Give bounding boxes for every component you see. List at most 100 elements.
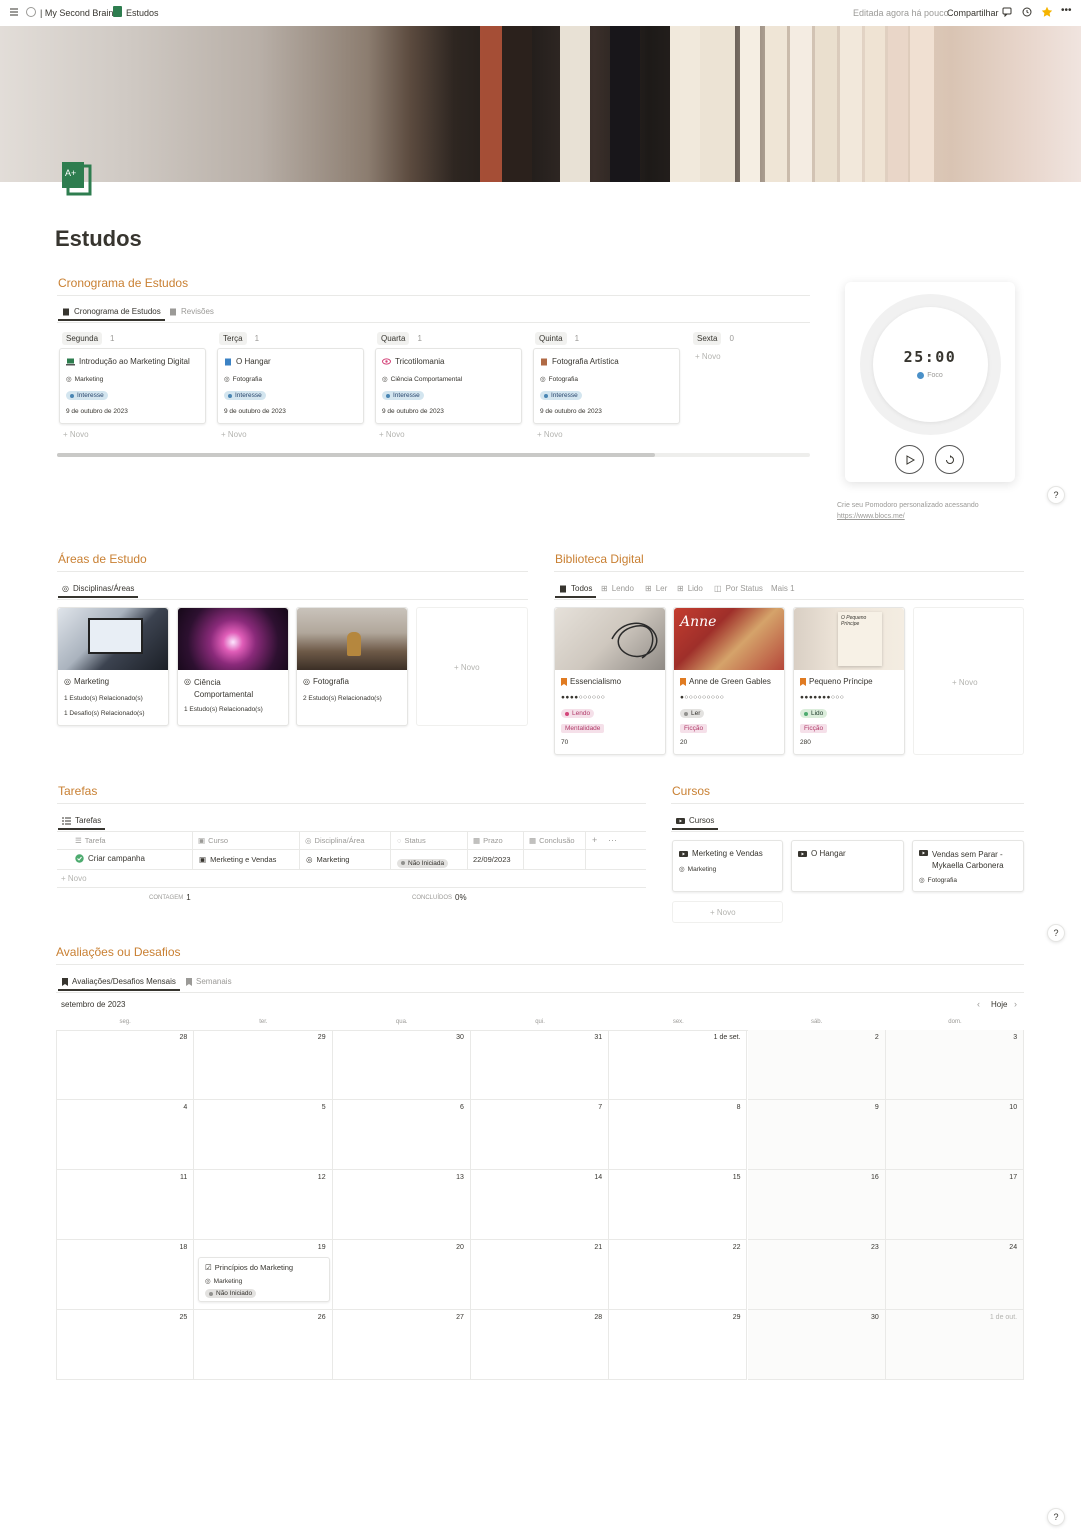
calendar-day[interactable]: 18 [56, 1240, 195, 1310]
calendar-day[interactable]: 24 [885, 1240, 1025, 1310]
new-card-button[interactable]: + Novo [537, 430, 563, 439]
area-cell[interactable]: ◎ Marketing [306, 855, 349, 864]
column-sexta[interactable]: Sexta 0 [693, 332, 734, 345]
calendar-day[interactable]: 31 [470, 1030, 610, 1100]
calendar-event[interactable]: ☑ Princípios do Marketing ◎ Marketing Não … [198, 1257, 330, 1302]
column-quinta[interactable]: Quinta 1 [535, 332, 579, 345]
new-row-button[interactable]: + Novo [61, 874, 87, 883]
horizontal-scrollbar[interactable] [57, 453, 810, 457]
comment-icon[interactable] [1002, 7, 1012, 17]
new-card-button[interactable]: + Novo [221, 430, 247, 439]
tab-disciplinas[interactable]: ◎ Disciplinas/Áreas [57, 584, 139, 598]
column-header-prazo[interactable]: ▦ Prazo [473, 836, 503, 845]
tab-tarefas[interactable]: Tarefas [57, 816, 106, 830]
new-book-card[interactable]: + Novo [913, 607, 1024, 755]
course-card[interactable]: O Hangar [791, 840, 904, 892]
share-button[interactable]: Compartilhar [947, 8, 999, 18]
column-header-conclusao[interactable]: ▦ Conclusão [529, 836, 575, 845]
book-card[interactable]: Essencialismo ●●●●○○○○○○ Lendo Mentalida… [554, 607, 666, 755]
column-header-tarefa[interactable]: ☰ Tarefa [75, 836, 106, 845]
column-quarta[interactable]: Quarta 1 [377, 332, 422, 345]
gallery-card[interactable]: ◎ Ciência Comportamental 1 Estudo(s) Rela… [177, 607, 289, 726]
course-card[interactable]: Merketing e Vendas ◎ Marketing [672, 840, 783, 892]
next-month-button[interactable]: › [1014, 999, 1017, 1009]
breadcrumb-root[interactable]: | My Second Brain / [40, 8, 118, 18]
calendar-day[interactable]: 1 de set. [609, 1030, 748, 1100]
tab-more[interactable]: Mais 1 [771, 584, 795, 593]
board-card[interactable]: Introdução ao Marketing Digital ◎ Marketi… [59, 348, 206, 424]
table-row[interactable]: Criar campanha ▣ Merketing e Vendas ◎ Mark… [57, 850, 646, 869]
tab-revisoes[interactable]: Revisões [169, 307, 214, 316]
calendar-day[interactable]: 30 [332, 1030, 471, 1100]
play-button[interactable] [895, 445, 924, 474]
deadline-cell[interactable]: 22/09/2023 [473, 855, 511, 864]
calendar-day[interactable]: 23 [747, 1240, 886, 1310]
calendar-day[interactable]: 1 de out. [885, 1310, 1025, 1380]
new-course-card[interactable]: + Novo [672, 901, 783, 923]
calendar-day[interactable]: 29 [194, 1030, 333, 1100]
tab-cronograma[interactable]: Cronograma de Estudos [58, 307, 165, 321]
calendar-day[interactable]: 16 [747, 1170, 886, 1240]
calendar-day[interactable]: 12 [194, 1170, 333, 1240]
calendar-day[interactable]: 17 [885, 1170, 1025, 1240]
calendar-day[interactable]: 5 [194, 1100, 333, 1170]
calendar-day[interactable]: 7 [470, 1100, 610, 1170]
today-button[interactable]: Hoje [991, 1000, 1007, 1009]
scrollbar-thumb[interactable] [57, 453, 655, 457]
calendar-day[interactable]: 11 [56, 1170, 195, 1240]
tab-cursos[interactable]: Cursos [671, 816, 719, 830]
course-card[interactable]: Vendas sem Parar - Mykaella Carbonera ◎ F… [912, 840, 1024, 892]
new-card-button[interactable]: + Novo [695, 352, 721, 361]
calendar-day[interactable]: 14 [470, 1170, 610, 1240]
add-column-button[interactable]: + [592, 835, 597, 845]
calendar-day[interactable]: 4 [56, 1100, 195, 1170]
help-button[interactable]: ? [1047, 1508, 1065, 1526]
calendar-day[interactable]: 29 [609, 1310, 748, 1380]
new-gallery-card[interactable]: + Novo [416, 607, 528, 726]
help-button[interactable]: ? [1047, 924, 1065, 942]
book-card[interactable]: O Pequeno Príncipe Pequeno Príncipe ●●●●… [793, 607, 905, 755]
calendar-day[interactable]: 3 [885, 1030, 1025, 1100]
pomodoro-link[interactable]: https://www.blocs.me/ [837, 513, 905, 520]
board-card[interactable]: Fotografia Artística ◎ Fotografia Interes… [533, 348, 680, 424]
tab-lendo[interactable]: ⊞ Lendo [601, 584, 634, 593]
column-header-curso[interactable]: ▣ Curso [198, 836, 228, 845]
more-icon[interactable]: ••• [1061, 5, 1072, 16]
star-icon[interactable] [1041, 6, 1053, 18]
column-header-status[interactable]: ◌ Status [397, 836, 426, 845]
calendar-day[interactable]: 27 [332, 1310, 471, 1380]
calendar-day[interactable]: 10 [885, 1100, 1025, 1170]
calendar-day[interactable]: 13 [332, 1170, 471, 1240]
column-segunda[interactable]: Segunda 1 [62, 332, 114, 345]
calendar-day[interactable]: 20 [332, 1240, 471, 1310]
course-cell[interactable]: ▣ Merketing e Vendas [199, 855, 276, 864]
calendar-day[interactable]: 28 [470, 1310, 610, 1380]
new-card-button[interactable]: + Novo [379, 430, 405, 439]
column-header-area[interactable]: ◎ Disciplina/Área [305, 836, 365, 845]
column-terca[interactable]: Terça 1 [219, 332, 259, 345]
status-cell[interactable]: Não Iniciada [397, 854, 449, 868]
book-card[interactable]: Anne Anne de Green Gables ●○○○○○○○○○ Ler… [673, 607, 785, 755]
calendar-day[interactable]: 30 [747, 1310, 886, 1380]
calendar-day[interactable]: 22 [609, 1240, 748, 1310]
more-icon[interactable]: ··· [608, 835, 617, 845]
prev-month-button[interactable]: ‹ [977, 999, 980, 1009]
gallery-card[interactable]: ◎ Marketing 1 Estudo(s) Relacionado(s) 1 … [57, 607, 169, 726]
menu-icon[interactable] [9, 7, 19, 17]
board-card[interactable]: O Hangar ◎ Fotografia Interesse 9 de outu… [217, 348, 364, 424]
help-button[interactable]: ? [1047, 486, 1065, 504]
gallery-card[interactable]: ◎ Fotografia 2 Estudo(s) Relacionado(s) [296, 607, 408, 726]
tab-todos[interactable]: Todos [554, 584, 597, 598]
tab-semanais[interactable]: Semanais [186, 977, 232, 986]
calendar-day[interactable]: 28 [56, 1030, 195, 1100]
history-icon[interactable] [1022, 7, 1032, 17]
new-card-button[interactable]: + Novo [63, 430, 89, 439]
task-cell[interactable]: Criar campanha [75, 854, 145, 863]
calendar-day[interactable]: 2 [747, 1030, 886, 1100]
calendar-day[interactable]: 8 [609, 1100, 748, 1170]
tab-por-status[interactable]: ◫ Por Status [714, 584, 763, 593]
calendar-day[interactable]: 26 [194, 1310, 333, 1380]
calendar-day[interactable]: 6 [332, 1100, 471, 1170]
tab-mensais[interactable]: Avaliações/Desafios Mensais [58, 977, 180, 991]
tab-lido[interactable]: ⊞ Lido [677, 584, 703, 593]
